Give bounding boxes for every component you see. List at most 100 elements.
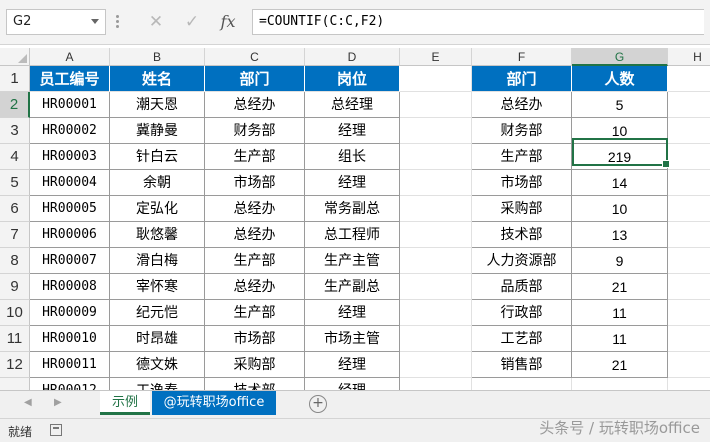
summary-department-cell[interactable]: 生产部 [472,144,572,170]
row-header-3[interactable]: 3 [0,118,30,144]
employee-cell[interactable]: 市场部 [205,170,305,196]
employee-cell[interactable]: 生产部 [205,144,305,170]
employee-cell[interactable]: 生产部 [205,300,305,326]
blank-cell[interactable] [400,222,472,248]
formula-input[interactable]: =COUNTIF(C:C,F2) [252,9,704,35]
employee-cell[interactable]: 冀静曼 [110,118,205,144]
blank-cell[interactable] [400,66,472,92]
employee-cell[interactable]: 市场主管 [305,326,400,352]
employee-cell[interactable]: 生产副总 [305,274,400,300]
name-box[interactable]: G2 [6,9,106,35]
column-header-a[interactable]: A [30,48,110,66]
employee-cell[interactable]: 时昂雄 [110,326,205,352]
summary-department-cell[interactable]: 销售部 [472,352,572,378]
employee-cell[interactable]: 采购部 [205,352,305,378]
employee-cell[interactable]: 耿悠馨 [110,222,205,248]
row-header-2[interactable]: 2 [0,92,30,118]
blank-cell[interactable] [400,378,472,390]
employee-cell[interactable]: 总经办 [205,222,305,248]
summary-count-cell[interactable]: 21 [572,274,668,300]
summary-department-cell[interactable]: 品质部 [472,274,572,300]
prev-sheet-icon[interactable]: ◀ [24,397,32,408]
employee-header-cell[interactable]: 姓名 [110,66,205,92]
blank-cell[interactable] [400,248,472,274]
summary-count-cell[interactable]: 5 [572,92,668,118]
blank-cell[interactable] [400,352,472,378]
row-header-12[interactable]: 12 [0,352,30,378]
employee-cell[interactable]: 市场部 [205,326,305,352]
blank-cell[interactable] [668,118,710,144]
blank-cell[interactable] [400,92,472,118]
row-header-5[interactable]: 5 [0,170,30,196]
employee-cell[interactable]: 余朝 [110,170,205,196]
summary-count-cell[interactable]: 219 [572,144,668,170]
next-sheet-icon[interactable]: ▶ [54,397,62,408]
summary-count-cell[interactable]: 11 [572,326,668,352]
summary-count-cell[interactable]: 9 [572,248,668,274]
summary-department-cell[interactable]: 市场部 [472,170,572,196]
summary-department-cell[interactable]: 财务部 [472,118,572,144]
blank-cell[interactable] [668,66,710,92]
row-header-10[interactable]: 10 [0,300,30,326]
employee-cell[interactable]: 德文姝 [110,352,205,378]
blank-cell[interactable] [400,170,472,196]
employee-cell[interactable]: HR00006 [30,222,110,248]
summary-department-cell[interactable]: 行政部 [472,300,572,326]
employee-cell[interactable]: 经理 [305,170,400,196]
employee-cell[interactable]: 财务部 [205,118,305,144]
blank-cell[interactable] [400,196,472,222]
summary-count-cell[interactable]: 14 [572,170,668,196]
employee-cell[interactable]: 组长 [305,144,400,170]
blank-cell[interactable] [668,170,710,196]
employee-cell[interactable]: 总经理 [305,92,400,118]
spreadsheet-grid[interactable]: A B C D E F G H 1 2 3 4 5 6 7 8 9 10 11 12 员工编号 姓名 部门 岗位 HR00001… [0,48,710,390]
blank-cell[interactable] [668,196,710,222]
chevron-down-icon[interactable] [91,19,99,24]
employee-cell[interactable]: 经理 [305,352,400,378]
summary-count-cell[interactable]: 11 [572,300,668,326]
row-header-6[interactable]: 6 [0,196,30,222]
employee-cell[interactable]: HR00009 [30,300,110,326]
column-header-e[interactable]: E [400,48,472,66]
employee-cell[interactable]: 定弘化 [110,196,205,222]
employee-cell[interactable]: 总经办 [205,196,305,222]
employee-header-cell[interactable]: 岗位 [305,66,400,92]
cancel-icon[interactable]: ✕ [142,9,170,35]
employee-cell[interactable]: 工逸春 [110,378,205,390]
employee-header-cell[interactable]: 员工编号 [30,66,110,92]
employee-cell[interactable]: HR00001 [30,92,110,118]
row-header-4[interactable]: 4 [0,144,30,170]
employee-cell[interactable]: HR00004 [30,170,110,196]
column-header-g[interactable]: G [572,48,668,66]
summary-header-cell[interactable]: 人数 [572,66,668,92]
employee-cell[interactable]: 常务副总 [305,196,400,222]
employee-cell[interactable]: HR00002 [30,118,110,144]
summary-count-cell[interactable]: 10 [572,118,668,144]
row-header-9[interactable]: 9 [0,274,30,300]
blank-cell[interactable] [400,300,472,326]
employee-cell[interactable]: HR00005 [30,196,110,222]
summary-department-cell[interactable]: 人力资源部 [472,248,572,274]
enter-icon[interactable]: ✓ [178,9,206,35]
employee-cell[interactable]: 针白云 [110,144,205,170]
employee-cell[interactable]: HR00003 [30,144,110,170]
employee-cell[interactable]: 经理 [305,378,400,390]
employee-cell[interactable]: 纪元恺 [110,300,205,326]
row-header-1[interactable]: 1 [0,66,30,92]
add-sheet-icon[interactable]: + [309,395,327,413]
summary-count-cell[interactable]: 10 [572,196,668,222]
sheet-tab-example[interactable]: 示例 [100,391,150,415]
employee-cell[interactable]: 技术部 [205,378,305,390]
column-header-f[interactable]: F [472,48,572,66]
employee-cell[interactable]: HR00008 [30,274,110,300]
blank-cell[interactable] [400,326,472,352]
blank-cell[interactable] [472,378,572,390]
summary-count-cell[interactable]: 21 [572,352,668,378]
summary-department-cell[interactable]: 采购部 [472,196,572,222]
summary-department-cell[interactable]: 总经办 [472,92,572,118]
insert-function-icon[interactable]: fx [214,9,242,35]
summary-department-cell[interactable]: 工艺部 [472,326,572,352]
drag-handle-icon[interactable] [116,15,120,29]
employee-cell[interactable]: 总经办 [205,92,305,118]
employee-cell[interactable]: 生产主管 [305,248,400,274]
